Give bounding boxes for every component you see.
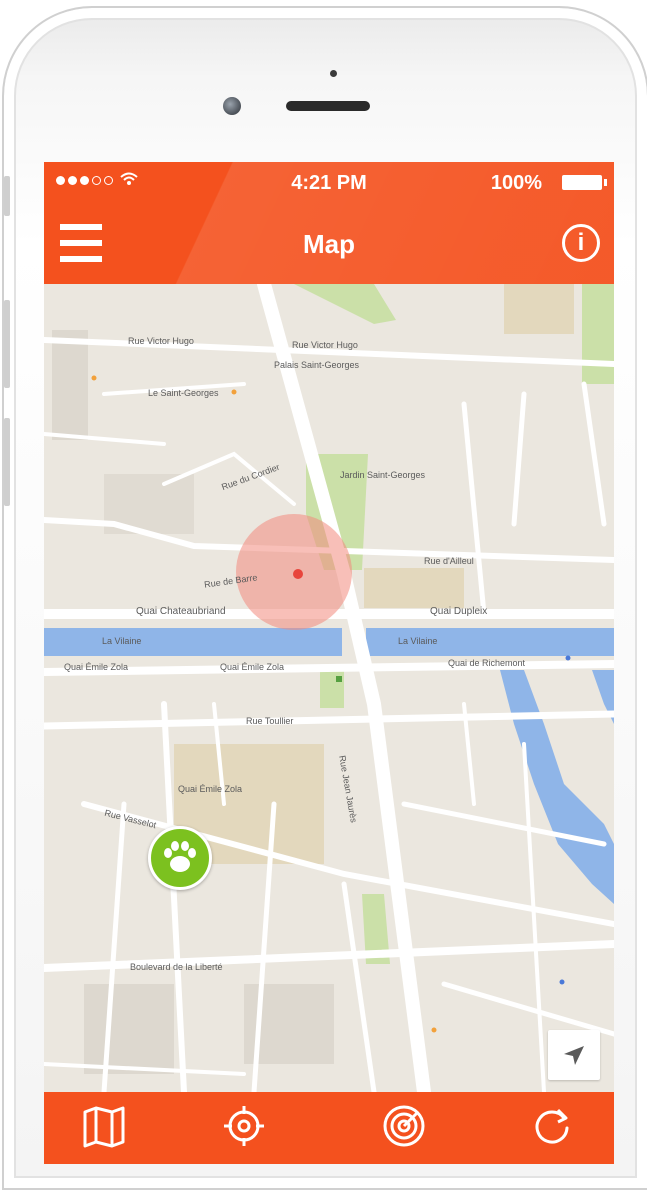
- map-label: Rue d'Ailleul: [424, 556, 474, 566]
- battery-icon: [562, 175, 607, 190]
- map-view[interactable]: Rue Victor Hugo Rue Victor Hugo Rue du C…: [44, 284, 614, 1092]
- header: 4:21 PM 100% Map i: [44, 162, 614, 284]
- tab-locate[interactable]: [204, 1092, 284, 1164]
- tab-radar[interactable]: [364, 1092, 444, 1164]
- map-label: Rue Toullier: [246, 716, 294, 726]
- tab-refresh[interactable]: [512, 1092, 592, 1164]
- map-label: Rue Victor Hugo: [128, 336, 194, 346]
- front-camera: [223, 97, 241, 115]
- page-title: Map: [303, 229, 355, 259]
- tab-bar: [44, 1092, 614, 1164]
- map-label: Quai Chateaubriand: [136, 606, 226, 617]
- map-label: Quai Émile Zola: [64, 662, 129, 672]
- volume-up-button: [4, 300, 10, 388]
- map-label: La Vilaine: [102, 636, 142, 646]
- status-bar: 4:21 PM 100%: [44, 162, 614, 202]
- info-icon[interactable]: i: [562, 224, 600, 262]
- map-label: Rue Victor Hugo: [292, 340, 358, 350]
- mute-switch: [4, 176, 10, 216]
- pet-location-marker[interactable]: [148, 826, 212, 890]
- map-icon: [83, 1106, 125, 1148]
- radar-icon: [383, 1105, 425, 1147]
- earpiece-speaker: [286, 101, 370, 111]
- map-label: Quai Émile Zola: [220, 662, 285, 672]
- nav-bar: Map i: [44, 202, 614, 284]
- map-label: Quai de Richemont: [448, 658, 526, 668]
- battery-percentage: 100%: [490, 172, 542, 194]
- map-label: Quai Émile Zola: [178, 784, 243, 794]
- refresh-icon: [535, 1108, 569, 1144]
- volume-down-button: [4, 418, 10, 506]
- map-label: Boulevard de la Liberté: [130, 962, 223, 972]
- tab-map[interactable]: [64, 1092, 144, 1164]
- map-label: Le Saint-Georges: [148, 388, 219, 398]
- my-location-button[interactable]: [548, 1030, 600, 1080]
- paw-icon: [164, 841, 196, 872]
- app-screen: 4:21 PM 100% Map i Rue Victor Hugo Rue V…: [44, 162, 614, 1164]
- map-label: Jardin Saint-Georges: [340, 470, 426, 480]
- proximity-sensor: [330, 70, 337, 77]
- target-locate-icon: [224, 1106, 264, 1146]
- map-label: Palais Saint-Georges: [274, 360, 360, 370]
- map-label: La Vilaine: [398, 636, 438, 646]
- map-label: Quai Dupleix: [430, 606, 488, 617]
- navigation-arrow-icon: [564, 1046, 584, 1065]
